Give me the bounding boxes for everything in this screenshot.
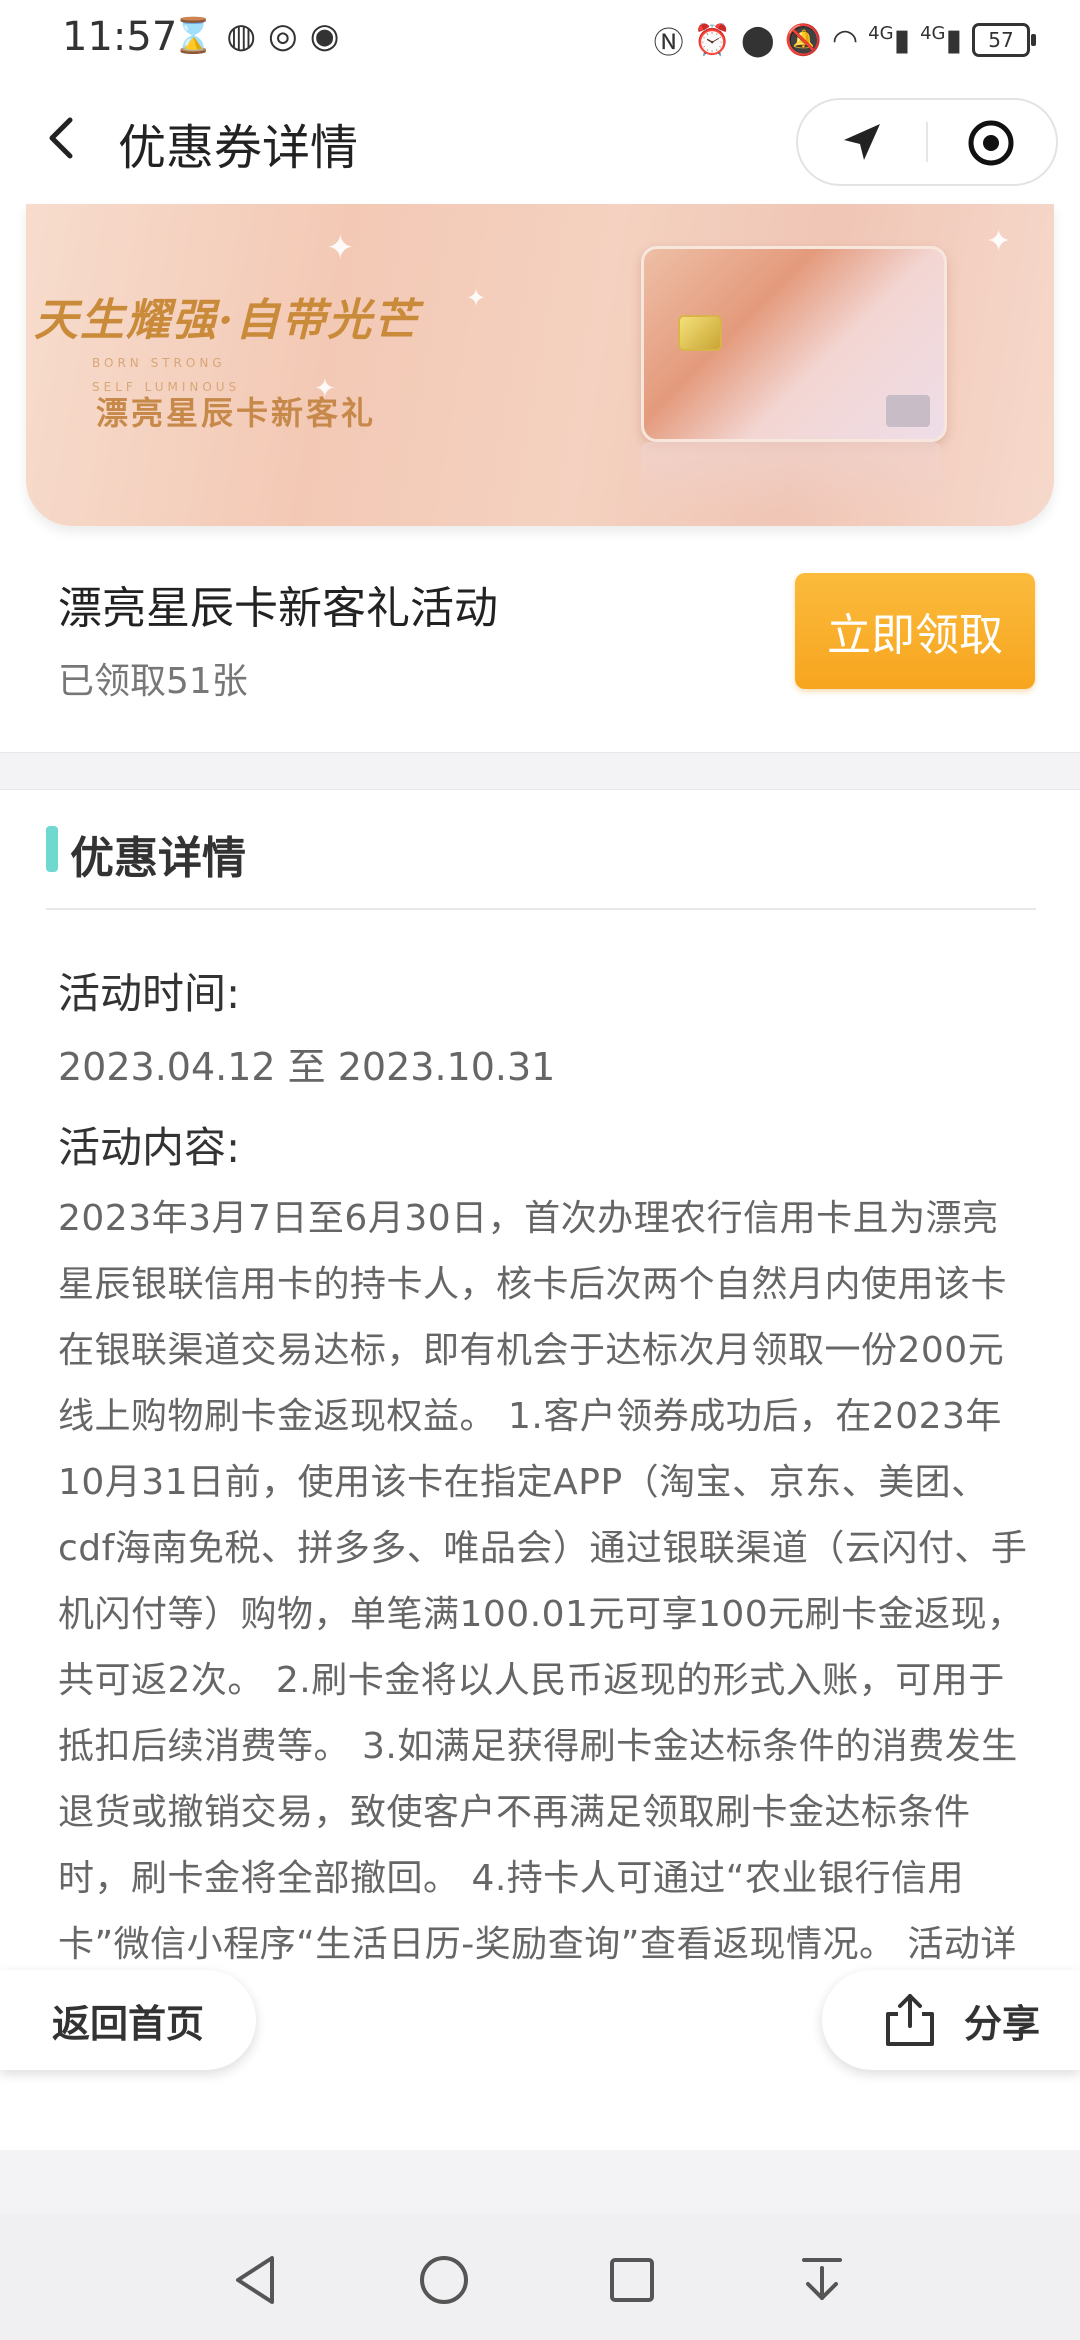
sparkle-icon: ✦: [986, 224, 1012, 259]
section-divider: [0, 752, 1080, 790]
banner-subline-1: BORN STRONG: [92, 356, 226, 370]
eye-icon: ◉: [309, 16, 340, 56]
sparkle-icon: ✦: [466, 284, 487, 312]
section-underline: [46, 908, 1036, 910]
banner-gift-text: 漂亮星辰卡新客礼: [96, 394, 377, 432]
share-button[interactable]: 分享: [822, 1970, 1080, 2070]
nav-back-icon[interactable]: [228, 2252, 284, 2308]
claimed-count: 已领取51张: [58, 661, 248, 702]
section-accent-bar: [46, 826, 58, 872]
activity-time-label: 活动时间:: [58, 969, 241, 1018]
back-home-button[interactable]: 返回首页: [0, 1970, 256, 2070]
card-reflection: [641, 442, 941, 512]
coupon-name: 漂亮星辰卡新客礼活动: [58, 583, 498, 634]
sparkle-icon: ✦: [326, 228, 355, 268]
wifi-icon: ◠: [831, 22, 859, 58]
status-bar: 11:57 ⌛ ◍ ◎ ◉ Ⓝ ⏰ ⬤ 🔕 ◠ 4G▮ 4G▮ 57: [0, 0, 1080, 80]
signal-icon: 4G▮: [868, 22, 911, 58]
system-nav-bar: [0, 2214, 1080, 2340]
battery-icon: 57: [972, 23, 1036, 57]
network-type-label: 4G: [868, 22, 894, 44]
status-left-icons: ⌛ ◍ ◎ ◉: [172, 16, 339, 56]
close-target-icon[interactable]: [966, 118, 1016, 168]
status-time: 11:57: [62, 14, 178, 60]
title-bar: 优惠券详情: [0, 80, 1080, 204]
location-pin-icon: ⬤: [741, 22, 775, 58]
card-chip-icon: [678, 315, 722, 351]
network-type-label-2: 4G: [920, 22, 946, 44]
nav-recents-icon[interactable]: [604, 2252, 660, 2308]
share-icon: [886, 1994, 934, 2046]
hourglass-icon: ⌛: [172, 16, 215, 56]
status-right-icons: Ⓝ ⏰ ⬤ 🔕 ◠ 4G▮ 4G▮ 57: [653, 18, 1036, 62]
app-notify-icon: ◎: [268, 16, 298, 56]
claim-now-button[interactable]: 立即领取: [795, 573, 1035, 689]
share-label: 分享: [964, 2001, 1041, 2046]
bottom-spacer: [0, 2150, 1080, 2214]
mute-icon: 🔕: [784, 22, 822, 58]
signal-icon-2: 4G▮: [920, 22, 962, 58]
nav-home-icon[interactable]: [416, 2252, 472, 2308]
wechat-icon: ◍: [226, 16, 257, 56]
activity-time-value: 2023.04.12 至 2023.10.31: [58, 1045, 556, 1089]
activity-content-text: 2023年3月7日至6月30日，首次办理农行信用卡且为漂亮星辰银联信用卡的持卡人…: [58, 1198, 1028, 2031]
section-title: 优惠详情: [70, 833, 246, 884]
credit-card-image: [641, 246, 947, 442]
nav-notification-pull-icon[interactable]: [794, 2252, 850, 2308]
promo-banner: ✦ ✦ ✦ ✦ 天生耀强·自带光芒 BORN STRONG SELF LUMIN…: [26, 204, 1054, 526]
alarm-icon: ⏰: [693, 22, 732, 58]
nfc-icon: Ⓝ: [653, 26, 684, 61]
capsule-divider: [926, 122, 928, 162]
activity-content-label: 活动内容:: [58, 1123, 241, 1172]
banner-headline: 天生耀强·自带光芒: [34, 295, 420, 346]
back-arrow-icon[interactable]: [34, 108, 94, 168]
mini-program-capsule: [796, 98, 1058, 186]
unionpay-logo-icon: [886, 395, 930, 427]
page-title: 优惠券详情: [118, 120, 359, 176]
location-arrow-icon[interactable]: [838, 118, 886, 166]
